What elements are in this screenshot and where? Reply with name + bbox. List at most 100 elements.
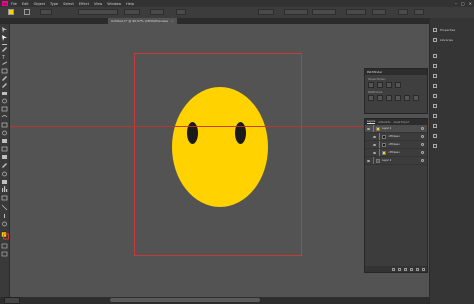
merge-button[interactable] — [386, 95, 392, 101]
visibility-eye-icon[interactable] — [367, 127, 370, 130]
blend-tool-icon — [2, 171, 7, 177]
pencil-icon — [2, 83, 7, 88]
y-field[interactable] — [284, 9, 308, 15]
tab-asset-export[interactable]: Asset Export — [394, 121, 410, 124]
crop-button[interactable] — [395, 95, 401, 101]
visibility-eye-icon[interactable] — [373, 143, 376, 146]
dock-panel-icon[interactable] — [433, 122, 440, 130]
menu-object[interactable]: Object — [34, 2, 45, 6]
column-graph-icon — [2, 188, 4, 192]
height-field[interactable] — [346, 9, 366, 15]
horizontal-scrollbar[interactable] — [110, 298, 260, 302]
selection-tool-icon — [2, 27, 7, 33]
smiley-face-ellipse[interactable] — [172, 87, 268, 207]
type-tool-icon: T — [1, 55, 6, 61]
drawing-modes-icon — [1, 243, 8, 249]
brush-field[interactable] — [124, 9, 140, 15]
delete-layer-icon[interactable] — [422, 267, 425, 271]
dock-panel-icon[interactable] — [433, 52, 440, 60]
menu-view[interactable]: View — [94, 2, 102, 6]
panel-icon — [433, 114, 437, 118]
rectangle-tool-icon — [1, 68, 8, 74]
make-clipping-mask-icon[interactable] — [404, 267, 407, 271]
document-tab-label: Untitled-1* @ 90.57% (CMYK/Preview) — [111, 19, 169, 23]
collect-for-export-icon[interactable] — [392, 267, 395, 271]
exclude-button[interactable] — [395, 82, 401, 88]
dock-panel-icon[interactable] — [433, 132, 440, 140]
menu-help[interactable]: Help — [126, 2, 134, 6]
dock-panel-icon[interactable] — [433, 82, 440, 90]
dock-panel-icon[interactable] — [433, 102, 440, 110]
tab-layers[interactable]: Layers — [367, 120, 376, 124]
gradient-tool-icon — [2, 155, 7, 159]
close-icon[interactable]: ✕ — [469, 1, 472, 6]
perspective-grid-icon — [2, 139, 7, 143]
stroke-swatch[interactable] — [24, 9, 30, 15]
align-button[interactable] — [398, 9, 408, 15]
layer-color-bar — [379, 149, 380, 156]
dock-panel-icon[interactable] — [433, 62, 440, 70]
transform-field[interactable] — [372, 9, 386, 15]
layer-color-bar — [373, 157, 374, 164]
opacity-field[interactable] — [150, 9, 164, 15]
width-field[interactable] — [312, 9, 336, 15]
visibility-eye-icon[interactable] — [373, 135, 376, 138]
document-tab[interactable]: Untitled-1* @ 90.57% (CMYK/Preview) × — [108, 18, 177, 24]
style-swatch[interactable] — [176, 9, 186, 15]
visibility-eye-icon[interactable] — [373, 151, 376, 154]
target-icon[interactable] — [421, 135, 424, 138]
layer-row[interactable]: <Ellipse> — [365, 141, 427, 149]
dock-panel-icon[interactable] — [433, 72, 440, 80]
dock-libraries-label: Libraries — [440, 38, 453, 42]
tools-panel: T — [0, 24, 10, 300]
dock-panel-icon[interactable] — [433, 92, 440, 100]
dock-panel-icon[interactable] — [433, 112, 440, 120]
layer-row[interactable]: <Ellipse> — [365, 133, 427, 141]
divide-button[interactable] — [368, 95, 374, 101]
layer-row[interactable]: <Ellipse> — [365, 149, 427, 157]
menu-effect[interactable]: Effect — [79, 2, 89, 6]
stroke-weight-field[interactable] — [40, 9, 52, 15]
more-options-button[interactable] — [414, 9, 424, 15]
target-icon[interactable] — [421, 159, 424, 162]
minus-back-button[interactable] — [413, 95, 419, 101]
intersect-button[interactable] — [386, 82, 392, 88]
dock-panel-icon[interactable] — [433, 142, 440, 150]
menu-window[interactable]: Window — [107, 2, 121, 6]
layers-panel-footer — [365, 266, 427, 272]
layer-name: <Ellipse> — [388, 143, 401, 146]
pathfinder-panel: Pathfinder Shape Modes: Pathfinders: — [364, 68, 428, 114]
layer-row[interactable]: Layer 2 — [365, 157, 427, 165]
menu-file[interactable]: File — [11, 2, 17, 6]
trim-button[interactable] — [377, 95, 383, 101]
unite-button[interactable] — [368, 82, 374, 88]
new-sublayer-icon[interactable] — [410, 267, 413, 271]
dock-properties[interactable]: Properties — [433, 26, 455, 34]
zoom-field[interactable] — [4, 297, 20, 304]
eraser-icon — [2, 92, 7, 95]
minus-front-button[interactable] — [377, 82, 383, 88]
variable-width-field[interactable] — [78, 9, 118, 15]
dock-libraries[interactable]: Libraries — [433, 36, 453, 44]
visibility-eye-icon[interactable] — [367, 159, 370, 162]
target-icon[interactable] — [421, 151, 424, 154]
menu-select[interactable]: Select — [63, 2, 74, 6]
minimize-icon[interactable]: – — [455, 1, 457, 6]
target-icon[interactable] — [421, 143, 424, 146]
x-field[interactable] — [258, 9, 274, 15]
menu-edit[interactable]: Edit — [22, 2, 29, 6]
maximize-icon[interactable]: □ — [461, 1, 465, 6]
fill-swatch[interactable] — [8, 9, 14, 15]
symbol-sprayer-icon — [2, 180, 7, 184]
rotate-tool-icon — [2, 98, 7, 104]
outline-button[interactable] — [404, 95, 410, 101]
layer-row[interactable]: Layer 1 — [365, 125, 427, 133]
locate-object-icon[interactable] — [398, 267, 401, 271]
target-icon[interactable] — [421, 127, 424, 130]
tab-artboards[interactable]: Artboards — [378, 121, 390, 124]
layer-thumbnail — [376, 126, 380, 131]
new-layer-icon[interactable] — [416, 267, 419, 271]
pathfinder-title[interactable]: Pathfinder — [365, 69, 427, 75]
menu-type[interactable]: Type — [50, 2, 58, 6]
close-tab-icon[interactable]: × — [171, 19, 174, 23]
